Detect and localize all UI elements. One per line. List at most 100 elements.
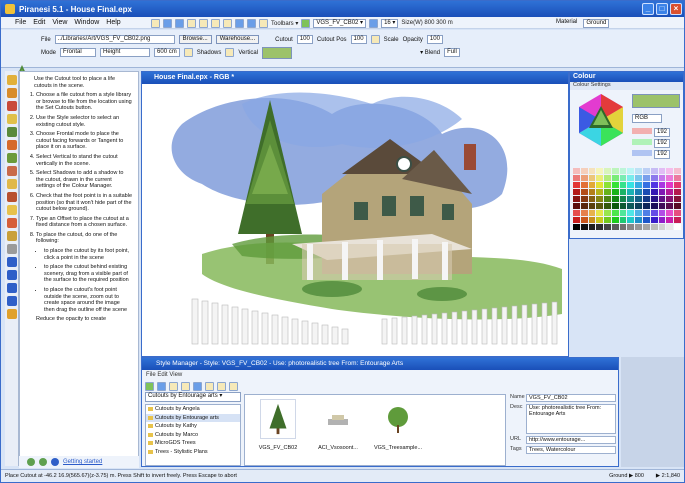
colour-wheel[interactable] [573, 92, 629, 148]
colour-model-dropdown[interactable]: RGB [632, 114, 662, 123]
palette-swatch[interactable] [596, 175, 604, 181]
palette-swatch[interactable] [666, 203, 674, 209]
minimize-button[interactable]: _ [642, 3, 654, 15]
category-item[interactable]: Cutouts by Angela [146, 405, 240, 414]
open-icon[interactable] [163, 18, 172, 28]
panorama-tool-icon[interactable] [6, 192, 17, 202]
palette-swatch[interactable] [674, 175, 681, 181]
palette-swatch[interactable] [580, 182, 588, 188]
cut-icon[interactable] [199, 18, 208, 28]
thumbnail-item[interactable]: VGS_Treesample... [369, 399, 427, 461]
palette-swatch[interactable] [611, 175, 619, 181]
undo-icon[interactable] [235, 18, 244, 28]
hand-tool-icon[interactable] [6, 231, 17, 241]
palette-swatch[interactable] [643, 217, 650, 223]
shadows-checkbox[interactable] [183, 48, 193, 57]
url-field[interactable]: http://www.entourage... [526, 436, 616, 444]
rotate-tool-icon[interactable] [6, 283, 17, 293]
palette-swatch[interactable] [666, 224, 674, 230]
red-slider[interactable] [632, 128, 652, 134]
material-dropdown[interactable]: Ground [583, 19, 610, 28]
palette-swatch[interactable] [573, 217, 580, 223]
style-dropdown[interactable]: VGS_FV_CB02 ▾ [313, 18, 367, 28]
palette-swatch[interactable] [643, 203, 650, 209]
pencil-tool-icon[interactable] [6, 88, 17, 98]
palette-swatch[interactable] [596, 189, 604, 195]
blue-value[interactable]: 192 [654, 150, 671, 159]
palette-swatch[interactable] [627, 182, 635, 188]
palette-swatch[interactable] [635, 224, 643, 230]
palette-swatch[interactable] [611, 168, 619, 174]
palette-swatch[interactable] [573, 189, 580, 195]
palette-swatch[interactable] [650, 224, 658, 230]
palette-swatch[interactable] [619, 189, 627, 195]
blue-slider[interactable] [632, 150, 652, 156]
menu-file[interactable]: File [15, 19, 26, 26]
palette-swatch[interactable] [573, 203, 580, 209]
palette-swatch[interactable] [596, 196, 604, 202]
palette-swatch[interactable] [635, 182, 643, 188]
cutout-pos-field[interactable]: 100 [350, 35, 367, 44]
palette-swatch[interactable] [588, 210, 596, 216]
palette-swatch[interactable] [588, 203, 596, 209]
colour-palette[interactable] [573, 168, 681, 234]
green-slider[interactable] [632, 139, 652, 145]
palette-swatch[interactable] [596, 182, 604, 188]
palette-swatch[interactable] [604, 189, 611, 195]
back-icon[interactable] [145, 381, 154, 391]
palette-swatch[interactable] [658, 182, 666, 188]
height-dropdown[interactable]: Height [100, 48, 151, 57]
palette-swatch[interactable] [604, 196, 611, 202]
palette-swatch[interactable] [573, 182, 580, 188]
palette-swatch[interactable] [666, 175, 674, 181]
palette-swatch[interactable] [588, 182, 596, 188]
text-tool-icon[interactable] [6, 166, 17, 176]
palette-swatch[interactable] [666, 189, 674, 195]
palette-swatch[interactable] [627, 175, 635, 181]
tree-tool-icon[interactable] [6, 153, 17, 163]
view-icon[interactable] [193, 381, 202, 391]
palette-swatch[interactable] [619, 182, 627, 188]
warehouse-button[interactable]: Warehouse... [215, 35, 260, 44]
folder-icon[interactable] [169, 381, 178, 391]
palette-swatch[interactable] [604, 217, 611, 223]
zoom-dropdown[interactable]: 16 ▾ [381, 18, 399, 28]
palette-swatch[interactable] [643, 196, 650, 202]
palette-swatch[interactable] [580, 168, 588, 174]
palette-swatch[interactable] [619, 217, 627, 223]
palette-swatch[interactable] [611, 217, 619, 223]
palette-swatch[interactable] [604, 175, 611, 181]
palette-swatch[interactable] [596, 224, 604, 230]
palette-swatch[interactable] [604, 210, 611, 216]
refresh-icon[interactable] [259, 18, 268, 28]
palette-swatch[interactable] [627, 217, 635, 223]
render-canvas[interactable] [142, 84, 568, 356]
palette-swatch[interactable] [643, 175, 650, 181]
palette-swatch[interactable] [658, 203, 666, 209]
green-value[interactable]: 192 [654, 139, 671, 148]
vertical-checkbox[interactable] [225, 48, 235, 57]
zoom-icon[interactable] [369, 18, 379, 28]
print-icon[interactable] [187, 18, 196, 28]
palette-swatch[interactable] [627, 210, 635, 216]
palette-swatch[interactable] [573, 224, 580, 230]
close-button[interactable]: × [670, 3, 682, 15]
palette-swatch[interactable] [573, 210, 580, 216]
palette-swatch[interactable] [619, 210, 627, 216]
palette-swatch[interactable] [674, 210, 681, 216]
palette-swatch[interactable] [596, 168, 604, 174]
palette-swatch[interactable] [650, 175, 658, 181]
palette-swatch[interactable] [643, 189, 650, 195]
palette-swatch[interactable] [666, 168, 674, 174]
palette-swatch[interactable] [627, 168, 635, 174]
palette-swatch[interactable] [627, 196, 635, 202]
palette-swatch[interactable] [573, 175, 580, 181]
thumbnail-item[interactable]: ACI_Vsosoont... [309, 399, 367, 461]
palette-swatch[interactable] [658, 189, 666, 195]
forward-icon[interactable] [39, 458, 47, 466]
red-value[interactable]: 192 [654, 128, 671, 137]
menu-edit[interactable]: Edit [33, 19, 45, 26]
palette-swatch[interactable] [580, 210, 588, 216]
palette-swatch[interactable] [658, 175, 666, 181]
palette-swatch[interactable] [580, 224, 588, 230]
